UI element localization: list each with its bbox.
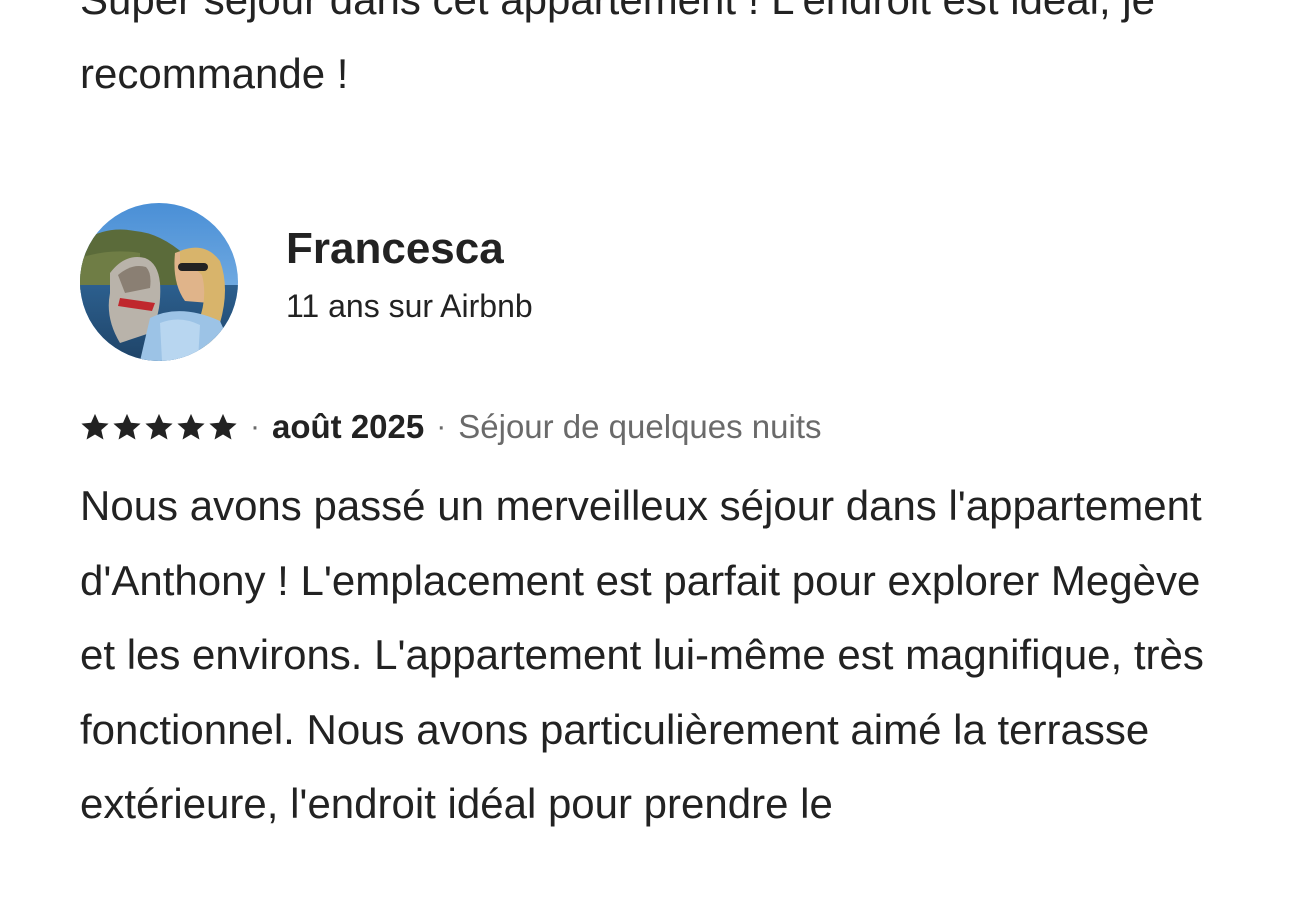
star-icon (145, 413, 173, 440)
star-rating (80, 412, 238, 442)
reviewer-header[interactable]: Francesca 11 ans sur Airbnb (80, 203, 533, 361)
review-meta: · août 2025 · Séjour de quelques nuits (80, 404, 822, 450)
reviewer-tenure: 11 ans sur Airbnb (286, 288, 533, 324)
star-icon (81, 413, 109, 440)
reviewer-info: Francesca 11 ans sur Airbnb (286, 222, 533, 326)
review-text: Nous avons passé un merveilleux séjour d… (80, 482, 1204, 827)
avatar[interactable] (80, 203, 238, 361)
star-icon (209, 413, 237, 440)
star-icon (177, 413, 205, 440)
avatar-photo (80, 203, 238, 361)
meta-separator: · (436, 410, 447, 443)
reviewer-name[interactable]: Francesca (286, 222, 533, 276)
meta-separator: · (250, 410, 260, 443)
stay-type: Séjour de quelques nuits (458, 408, 822, 445)
star-icon (113, 413, 141, 440)
review-date: août 2025 (272, 408, 425, 445)
previous-review-text: Super séjour dans cet appartement ! L'en… (80, 0, 1155, 97)
